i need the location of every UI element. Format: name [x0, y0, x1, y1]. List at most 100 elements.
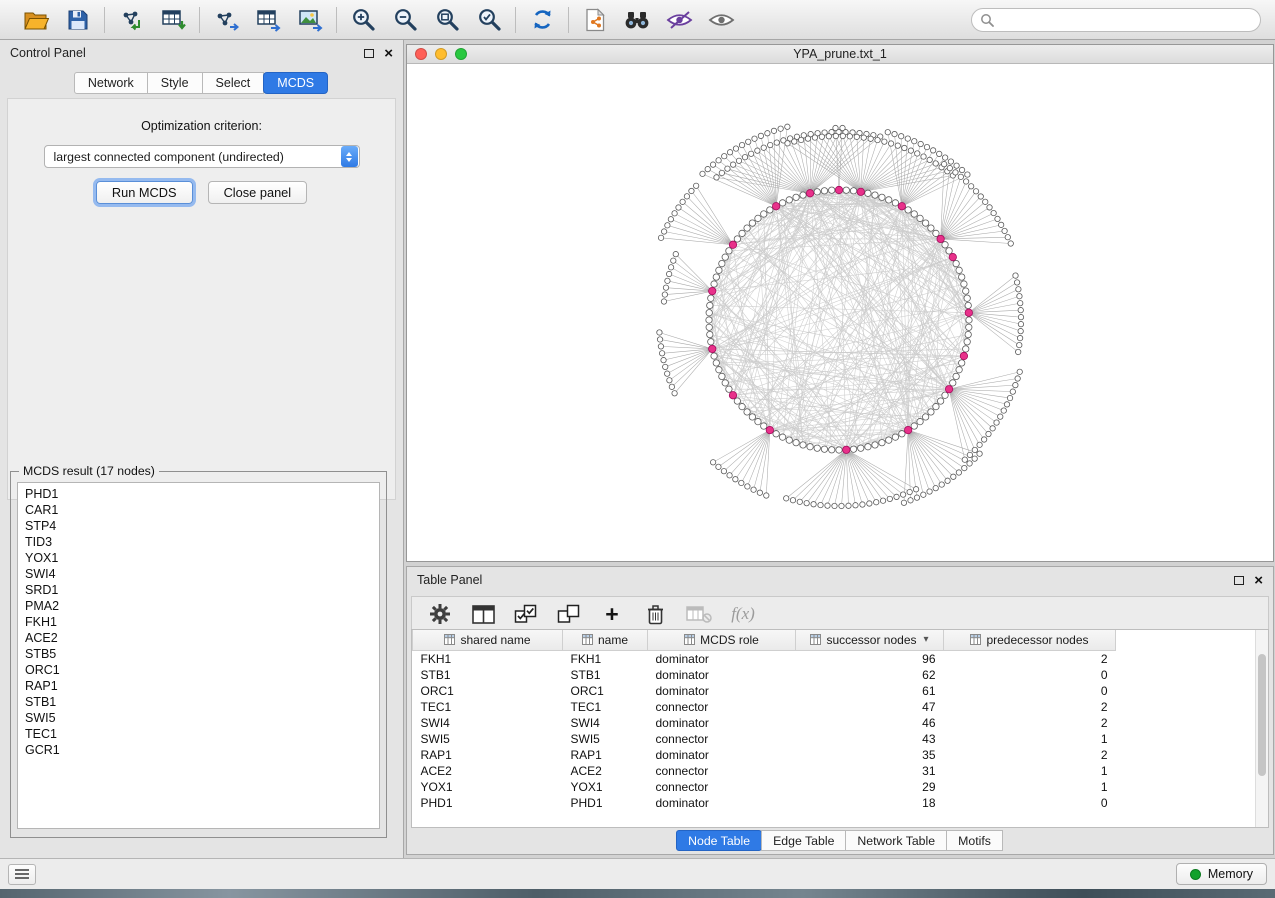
table-row[interactable]: SWI5SWI5connector431: [413, 731, 1256, 747]
column-header[interactable]: successor nodes▾: [796, 630, 944, 650]
add-column-icon[interactable]: +: [600, 601, 624, 627]
zoom-in-icon[interactable]: [349, 6, 377, 34]
table-row[interactable]: FKH1FKH1dominator962: [413, 650, 1256, 667]
table-row[interactable]: ACE2ACE2connector311: [413, 763, 1256, 779]
column-header[interactable]: MCDS role: [648, 630, 796, 650]
table-settings-gear-icon[interactable]: [428, 601, 452, 627]
criterion-select[interactable]: largest connected component (undirected): [44, 145, 360, 168]
table-cell: 96: [796, 650, 944, 667]
close-panel-icon[interactable]: ×: [1254, 573, 1263, 588]
share-document-icon[interactable]: [581, 6, 609, 34]
import-network-icon[interactable]: [117, 6, 145, 34]
row-filler: [1116, 667, 1256, 683]
delete-column-icon[interactable]: [643, 601, 667, 627]
float-panel-icon[interactable]: [1234, 576, 1244, 585]
table-toolbar: + f(x): [411, 596, 1269, 632]
table-row[interactable]: STB1STB1dominator620: [413, 667, 1256, 683]
refresh-icon[interactable]: [528, 6, 556, 34]
float-panel-icon[interactable]: [364, 49, 374, 58]
search-box[interactable]: [971, 8, 1261, 32]
open-session-icon[interactable]: [22, 6, 50, 34]
mcds-result-list[interactable]: PHD1CAR1STP4TID3YOX1SWI4SRD1PMA2FKH1ACE2…: [17, 482, 380, 829]
table-row[interactable]: TEC1TEC1connector472: [413, 699, 1256, 715]
hide-graphics-icon[interactable]: [665, 6, 693, 34]
window-zoom-icon[interactable]: [455, 48, 467, 60]
memory-button[interactable]: Memory: [1176, 863, 1267, 885]
row-filler: [1116, 763, 1256, 779]
tab-network-table[interactable]: Network Table: [845, 830, 947, 851]
mcds-result-item[interactable]: TID3: [25, 534, 372, 550]
close-panel-button[interactable]: Close panel: [208, 181, 308, 204]
mcds-result-item[interactable]: ACE2: [25, 630, 372, 646]
mcds-result-item[interactable]: STP4: [25, 518, 372, 534]
tab-edge-table[interactable]: Edge Table: [761, 830, 846, 851]
mcds-options-section: Optimization criterion: largest connecte…: [7, 98, 396, 500]
save-session-icon[interactable]: [64, 6, 92, 34]
table-row[interactable]: PHD1PHD1dominator180: [413, 795, 1256, 811]
import-table-icon[interactable]: [159, 6, 187, 34]
mcds-result-item[interactable]: RAP1: [25, 678, 372, 694]
table-vertical-scrollbar[interactable]: [1255, 630, 1268, 827]
mcds-result-item[interactable]: TEC1: [25, 726, 372, 742]
tab-motifs[interactable]: Motifs: [946, 830, 1003, 851]
mcds-result-item[interactable]: YOX1: [25, 550, 372, 566]
column-header[interactable]: predecessor nodes: [944, 630, 1116, 650]
network-canvas[interactable]: [407, 64, 1273, 561]
table-cell: STB1: [413, 667, 563, 683]
show-panels-button[interactable]: [8, 864, 36, 885]
mcds-result-item[interactable]: SRD1: [25, 582, 372, 598]
tab-network[interactable]: Network: [74, 72, 148, 94]
tab-node-table[interactable]: Node Table: [676, 830, 762, 851]
export-table-icon[interactable]: [254, 6, 282, 34]
mcds-result-item[interactable]: PMA2: [25, 598, 372, 614]
table-row[interactable]: YOX1YOX1connector291: [413, 779, 1256, 795]
table-grid-icon: [810, 634, 821, 645]
scrollbar-thumb[interactable]: [1258, 654, 1266, 776]
run-mcds-button[interactable]: Run MCDS: [96, 181, 193, 204]
zoom-selected-icon[interactable]: [475, 6, 503, 34]
close-panel-icon[interactable]: ×: [384, 46, 393, 61]
zoom-out-icon[interactable]: [391, 6, 419, 34]
column-header-label: shared name: [460, 633, 530, 647]
column-header[interactable]: shared name: [413, 630, 563, 650]
column-header[interactable]: name: [563, 630, 648, 650]
mcds-result-item[interactable]: SWI5: [25, 710, 372, 726]
table-row[interactable]: ORC1ORC1dominator610: [413, 683, 1256, 699]
memory-label: Memory: [1208, 867, 1253, 881]
select-all-icon[interactable]: [514, 601, 538, 627]
deselect-all-icon[interactable]: [557, 601, 581, 627]
control-panel-header: Control Panel ×: [0, 40, 403, 66]
tab-style[interactable]: Style: [147, 72, 203, 94]
tab-mcds[interactable]: MCDS: [263, 72, 328, 94]
mcds-result-item[interactable]: GCR1: [25, 742, 372, 758]
mcds-result-item[interactable]: SWI4: [25, 566, 372, 582]
window-close-icon[interactable]: [415, 48, 427, 60]
zoom-fit-icon[interactable]: [433, 6, 461, 34]
search-input[interactable]: [1000, 13, 1252, 27]
table-row[interactable]: SWI4SWI4dominator462: [413, 715, 1256, 731]
tab-select[interactable]: Select: [202, 72, 265, 94]
table-grid-icon: [970, 634, 981, 645]
control-panel-tabs: Network Style Select MCDS: [0, 66, 403, 98]
mcds-result-item[interactable]: FKH1: [25, 614, 372, 630]
table-cell: dominator: [648, 650, 796, 667]
show-columns-icon[interactable]: [471, 601, 495, 627]
search-network-icon[interactable]: [623, 6, 651, 34]
table-cell: RAP1: [563, 747, 648, 763]
show-graphics-icon[interactable]: [707, 6, 735, 34]
mcds-result-item[interactable]: STB5: [25, 646, 372, 662]
table-panel-title: Table Panel: [417, 573, 482, 587]
mcds-result-item[interactable]: CAR1: [25, 502, 372, 518]
mcds-result-item[interactable]: PHD1: [25, 486, 372, 502]
control-panel-title: Control Panel: [10, 46, 86, 60]
table-row[interactable]: RAP1RAP1dominator352: [413, 747, 1256, 763]
mcds-result-item[interactable]: STB1: [25, 694, 372, 710]
export-network-icon[interactable]: [212, 6, 240, 34]
select-stepper-icon: [341, 146, 358, 167]
network-window-titlebar[interactable]: YPA_prune.txt_1: [407, 45, 1273, 64]
window-minimize-icon[interactable]: [435, 48, 447, 60]
export-image-icon[interactable]: [296, 6, 324, 34]
mcds-result-item[interactable]: ORC1: [25, 662, 372, 678]
table-cell: TEC1: [563, 699, 648, 715]
network-graph[interactable]: [407, 64, 1273, 561]
